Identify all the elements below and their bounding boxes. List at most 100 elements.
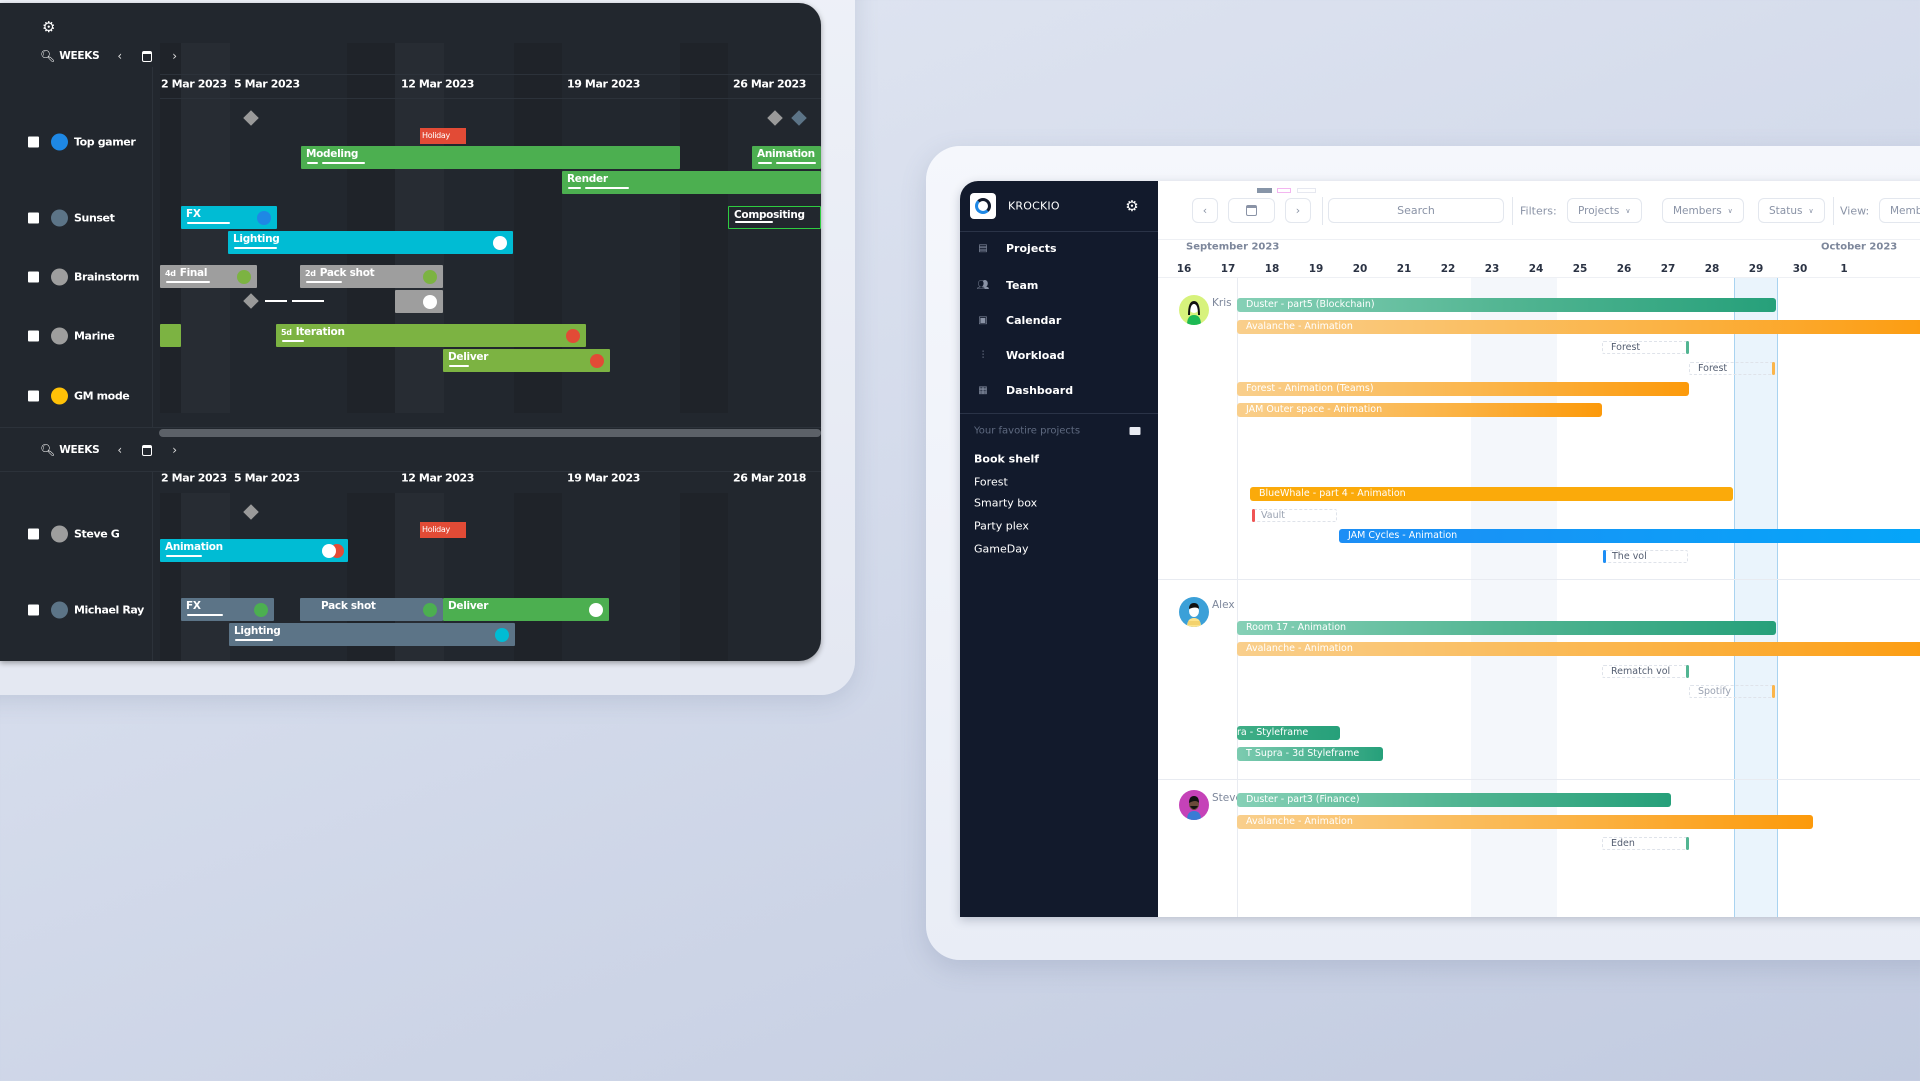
task-bar-deliver[interactable]: Deliver bbox=[443, 349, 610, 372]
task-bar-pack-shot[interactable]: Pack shot bbox=[300, 598, 443, 621]
milestone-item[interactable]: Rematch vol bbox=[1602, 665, 1689, 678]
favorite-project[interactable]: Forest bbox=[974, 476, 1008, 489]
task-bar-pack-shot[interactable]: 2d Pack shot bbox=[300, 265, 443, 288]
progress-line bbox=[166, 555, 202, 557]
resource-row[interactable]: Marine bbox=[28, 327, 115, 345]
horizontal-scrollbar[interactable] bbox=[159, 429, 821, 437]
row-checkbox[interactable] bbox=[28, 212, 39, 224]
task-bar[interactable]: Duster - part5 (Blockchain) bbox=[1237, 298, 1776, 312]
zoom-icon[interactable]: 🔍︎ bbox=[40, 443, 55, 457]
task-bar-final[interactable]: 4d Final bbox=[160, 265, 257, 288]
milestone-item[interactable]: Spotify bbox=[1689, 685, 1775, 698]
row-checkbox[interactable] bbox=[28, 604, 39, 616]
row-checkbox[interactable] bbox=[28, 330, 39, 342]
holiday-marker: Holiday bbox=[420, 522, 466, 538]
milestone-item[interactable]: Eden bbox=[1602, 837, 1689, 850]
task-bar[interactable]: Duster - part3 (Finance) bbox=[1237, 793, 1671, 807]
task-bar[interactable]: Avalanche - Animation bbox=[1237, 642, 1920, 656]
sidebar-item-workload[interactable]: ⫶ Workload bbox=[960, 340, 1158, 370]
next-icon[interactable]: › bbox=[172, 49, 177, 63]
calendar-icon[interactable] bbox=[142, 444, 153, 456]
avatar-steve[interactable] bbox=[1179, 790, 1209, 820]
milestone-item[interactable]: Vault bbox=[1252, 509, 1337, 522]
task-bar-animation[interactable]: Animation bbox=[752, 146, 821, 169]
next-icon[interactable]: › bbox=[172, 443, 177, 457]
zoom-level-label[interactable]: WEEKS bbox=[59, 444, 99, 456]
task-bar-lighting[interactable]: Lighting bbox=[228, 231, 513, 254]
task-bar[interactable]: Avalanche - Animation bbox=[1237, 815, 1813, 829]
task-bar[interactable]: Room 17 - Animation bbox=[1237, 621, 1776, 635]
gear-icon[interactable]: ⚙ bbox=[1125, 197, 1138, 215]
task-bar-modeling[interactable]: Modeling bbox=[301, 146, 680, 169]
resource-row[interactable]: Steve G bbox=[28, 525, 120, 543]
gear-icon[interactable]: ⚙ bbox=[42, 18, 55, 36]
sidebar-item-calendar[interactable]: ▣ Calendar bbox=[960, 305, 1158, 335]
resource-row[interactable]: Brainstorm bbox=[28, 268, 139, 286]
milestone-diamond[interactable] bbox=[243, 293, 259, 309]
avatar-alex[interactable] bbox=[1179, 597, 1209, 627]
task-bar-animation[interactable]: Animation bbox=[160, 539, 348, 562]
filter-members-select[interactable]: Members ∨ bbox=[1662, 198, 1744, 223]
favorite-project[interactable]: Book shelf bbox=[974, 453, 1039, 466]
task-bar-fx[interactable]: FX bbox=[181, 206, 277, 229]
app-logo[interactable] bbox=[970, 193, 996, 219]
milestone-diamond[interactable] bbox=[791, 110, 807, 126]
resource-row[interactable]: Michael Ray bbox=[28, 601, 144, 619]
prev-icon[interactable]: ‹ bbox=[117, 443, 122, 457]
task-bar-lighting[interactable]: Lighting bbox=[229, 623, 515, 646]
milestone-item[interactable]: Forest bbox=[1602, 341, 1689, 354]
view-marker bbox=[1297, 188, 1316, 193]
task-bar-fx[interactable]: FX bbox=[181, 598, 274, 621]
milestone-diamond[interactable] bbox=[243, 504, 259, 520]
row-checkbox[interactable] bbox=[28, 528, 39, 540]
date-header: 19 Mar 2023 bbox=[567, 77, 640, 91]
resource-row[interactable]: Top gamer bbox=[28, 133, 136, 151]
task-label: Animation bbox=[165, 541, 223, 553]
add-folder-icon[interactable] bbox=[1129, 427, 1141, 435]
prev-button[interactable]: ‹ bbox=[1192, 198, 1218, 223]
sidebar-item-label: Team bbox=[1006, 278, 1039, 292]
calendar-button[interactable] bbox=[1228, 198, 1275, 223]
avatar-kris[interactable] bbox=[1179, 295, 1209, 325]
task-bar-compositing[interactable]: Compositing bbox=[728, 206, 821, 229]
status-dot bbox=[495, 627, 509, 642]
milestone-diamond[interactable] bbox=[767, 110, 783, 126]
task-bar[interactable]: JAM Cycles - Animation bbox=[1339, 529, 1920, 543]
task-bar[interactable]: BlueWhale - part 4 - Animation bbox=[1250, 487, 1733, 501]
sidebar-item-team[interactable]: 👥︎ Team bbox=[960, 270, 1158, 300]
filter-projects-select[interactable]: Projects ∨ bbox=[1567, 198, 1642, 223]
task-bar[interactable]: Forest - Animation (Teams) bbox=[1237, 382, 1689, 396]
task-bar-unnamed[interactable] bbox=[395, 290, 443, 313]
zoom-icon[interactable]: 🔍︎ bbox=[40, 49, 55, 63]
resource-row[interactable]: Sunset bbox=[28, 209, 115, 227]
milestone-item[interactable]: Forest bbox=[1689, 362, 1775, 375]
milestone-item[interactable]: The vol bbox=[1603, 550, 1688, 563]
task-bar[interactable]: ra - Styleframe bbox=[1237, 726, 1340, 740]
filter-status-select[interactable]: Status ∨ bbox=[1758, 198, 1825, 223]
sidebar-item-dashboard[interactable]: ▦ Dashboard bbox=[960, 375, 1158, 405]
task-bar[interactable]: T Supra - 3d Styleframe bbox=[1237, 747, 1383, 761]
search-input[interactable]: Search bbox=[1328, 198, 1504, 223]
task-bar-deliver[interactable]: Deliver bbox=[443, 598, 609, 621]
row-checkbox[interactable] bbox=[28, 390, 39, 402]
task-label: FX bbox=[186, 208, 201, 220]
next-button[interactable]: › bbox=[1285, 198, 1311, 223]
prev-icon[interactable]: ‹ bbox=[117, 49, 122, 63]
calendar-icon[interactable] bbox=[142, 50, 153, 62]
row-checkbox[interactable] bbox=[28, 136, 39, 148]
task-bar-small[interactable] bbox=[160, 324, 181, 347]
task-bar[interactable]: Avalanche - Animation bbox=[1237, 320, 1920, 334]
row-checkbox[interactable] bbox=[28, 271, 39, 283]
milestone-diamond[interactable] bbox=[243, 110, 259, 126]
favorite-project[interactable]: GameDay bbox=[974, 543, 1028, 556]
task-bar[interactable]: JAM Outer space - Animation bbox=[1237, 403, 1602, 417]
zoom-level-label[interactable]: WEEKS bbox=[59, 50, 99, 62]
view-select[interactable]: Members bbox=[1879, 198, 1920, 223]
favorite-project[interactable]: Party plex bbox=[974, 520, 1029, 533]
task-bar-iteration[interactable]: 5d Iteration bbox=[276, 324, 586, 347]
task-bar-render[interactable]: Render bbox=[562, 171, 821, 194]
favorite-project[interactable]: Smarty box bbox=[974, 497, 1037, 510]
resource-row[interactable]: GM mode bbox=[28, 387, 130, 405]
status-dot bbox=[237, 269, 251, 284]
sidebar-item-projects[interactable]: ▤ Projects bbox=[960, 233, 1158, 263]
